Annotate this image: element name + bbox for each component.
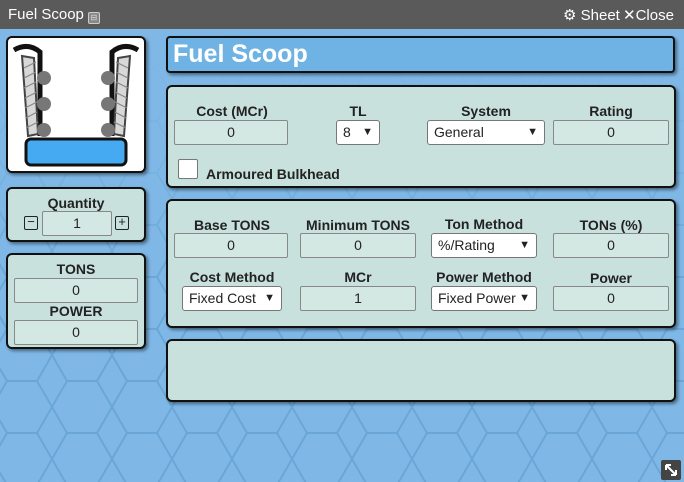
quantity-decrement-button[interactable]: − bbox=[24, 215, 38, 230]
close-icon: ✕ bbox=[623, 7, 636, 24]
chevron-down-icon: ▼ bbox=[519, 239, 530, 251]
page-title: Fuel Scoop bbox=[166, 36, 675, 73]
gear-icon: ⚙ bbox=[563, 7, 577, 24]
close-button[interactable]: ✕Close bbox=[623, 6, 674, 24]
resize-handle[interactable] bbox=[661, 460, 681, 480]
close-label: Close bbox=[635, 7, 674, 24]
cost-method-label: Cost Method bbox=[189, 269, 275, 285]
rating-input[interactable]: 0 bbox=[553, 120, 669, 145]
minimum-tons-input[interactable]: 0 bbox=[300, 233, 416, 258]
mcr-input[interactable]: 1 bbox=[300, 286, 416, 311]
tons-value: 0 bbox=[14, 278, 138, 303]
sheet-button[interactable]: ⚙ Sheet bbox=[563, 6, 620, 24]
details-panel: Cost (MCr) 0 TL 8 ▼ System General ▼ Ratin… bbox=[166, 85, 676, 188]
system-label: System bbox=[461, 103, 511, 119]
chevron-down-icon: ▼ bbox=[527, 126, 538, 138]
power-method-label: Power Method bbox=[436, 269, 532, 285]
title-bar[interactable]: Fuel Scoop ⊟ ⚙ Sheet ✕Close bbox=[0, 0, 684, 29]
system-select-value: General bbox=[434, 124, 484, 140]
armoured-bulkhead-label: Armoured Bulkhead bbox=[206, 166, 340, 182]
chevron-down-icon: ▼ bbox=[519, 292, 530, 304]
notes-panel[interactable] bbox=[166, 339, 676, 402]
base-tons-label: Base TONS bbox=[194, 217, 270, 233]
base-tons-input[interactable]: 0 bbox=[174, 233, 288, 258]
power-label: Power bbox=[589, 270, 632, 286]
quantity-label: Quantity bbox=[47, 195, 105, 211]
resize-icon bbox=[665, 464, 677, 476]
tl-select[interactable]: 8 ▼ bbox=[336, 120, 380, 145]
cost-label: Cost (MCr) bbox=[196, 103, 268, 119]
quantity-panel: Quantity − 1 + bbox=[6, 187, 146, 242]
chevron-down-icon: ▼ bbox=[264, 292, 275, 304]
power-input[interactable]: 0 bbox=[553, 286, 669, 311]
power-value: 0 bbox=[14, 320, 138, 345]
chevron-down-icon: ▼ bbox=[362, 126, 373, 138]
rating-label: Rating bbox=[589, 103, 633, 119]
power-method-select[interactable]: Fixed Power ▼ bbox=[431, 286, 537, 311]
window: Fuel Scoop ⊟ ⚙ Sheet ✕Close Quantity − 1 … bbox=[0, 0, 684, 482]
quantity-input[interactable]: 1 bbox=[42, 211, 112, 236]
tons-percent-label: TONs (%) bbox=[579, 217, 643, 233]
quantity-increment-button[interactable]: + bbox=[115, 215, 129, 230]
system-select[interactable]: General ▼ bbox=[427, 120, 545, 145]
ton-method-select[interactable]: %/Rating ▼ bbox=[431, 233, 537, 258]
image-panel bbox=[6, 36, 146, 173]
ton-method-select-value: %/Rating bbox=[438, 237, 495, 253]
tons-label: TONS bbox=[56, 261, 96, 277]
tons-percent-input[interactable]: 0 bbox=[553, 233, 669, 258]
sheet-badge-icon: ⊟ bbox=[87, 12, 100, 24]
minimum-tons-label: Minimum TONS bbox=[306, 217, 410, 233]
tl-label: TL bbox=[349, 103, 367, 119]
cost-method-select[interactable]: Fixed Cost ▼ bbox=[182, 286, 282, 311]
sheet-label: Sheet bbox=[580, 7, 620, 24]
fuel-scoop-icon bbox=[12, 44, 140, 167]
ton-method-label: Ton Method bbox=[444, 216, 524, 232]
cost-input[interactable]: 0 bbox=[174, 120, 288, 145]
armoured-bulkhead-checkbox[interactable] bbox=[178, 159, 198, 179]
power-label: POWER bbox=[49, 303, 103, 319]
mcr-label: MCr bbox=[344, 269, 372, 285]
window-title: Fuel Scoop ⊟ bbox=[8, 6, 100, 24]
tl-select-value: 8 bbox=[343, 124, 351, 140]
methods-panel: Base TONS 0 Minimum TONS 0 Ton Method %/… bbox=[166, 199, 676, 328]
power-method-select-value: Fixed Power bbox=[438, 290, 516, 306]
cost-method-select-value: Fixed Cost bbox=[189, 290, 256, 306]
summary-panel: TONS 0 POWER 0 bbox=[6, 253, 146, 349]
